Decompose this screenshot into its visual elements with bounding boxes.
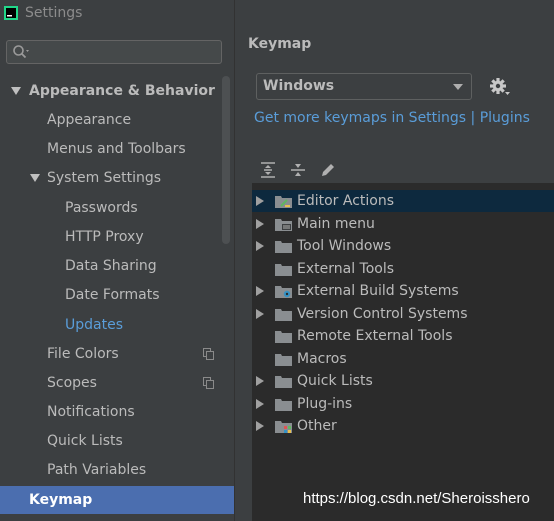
sidebar-item-label: Scopes [47,375,97,391]
get-more-keymaps-link[interactable]: Get more keymaps in Settings | Plugins [254,110,530,126]
action-other[interactable]: Other [252,415,554,437]
window-title: Settings [25,5,83,21]
page-title: Keymap [248,36,312,52]
expand-arrow-icon[interactable] [256,286,264,296]
edit-pencil-icon[interactable] [319,161,337,179]
action-plug-ins[interactable]: Plug-ins [252,393,554,415]
action-label: Other [297,418,337,434]
action-label: External Build Systems [297,283,459,299]
action-external-tools[interactable]: External Tools [252,258,554,280]
sidebar-item-label: Passwords [65,200,138,216]
action-label: Macros [297,351,347,367]
expand-arrow-icon[interactable] [256,309,264,319]
folder-icon [275,331,292,343]
keymap-actions-tree[interactable]: Editor Actions Main menu Tool Windows Ex… [252,183,554,521]
action-label: Version Control Systems [297,306,468,322]
action-label: Quick Lists [297,373,373,389]
action-label: Editor Actions [297,193,395,209]
sidebar-item-date-formats[interactable]: Date Formats [0,281,234,309]
action-editor-actions[interactable]: Editor Actions [252,190,554,212]
editor-actions-folder-icon [275,196,292,208]
search-icon[interactable] [12,44,30,60]
action-label: Tool Windows [297,238,392,254]
settings-sidebar: Appearance & Behavior Appearance Menus a… [0,28,234,521]
collapse-all-icon[interactable] [289,161,307,179]
action-label: External Tools [297,261,395,277]
sidebar-item-data-sharing[interactable]: Data Sharing [0,252,234,280]
action-macros[interactable]: Macros [252,348,554,370]
folder-icon [275,354,292,366]
action-tool-windows[interactable]: Tool Windows [252,235,554,257]
sidebar-item-label: Data Sharing [65,258,157,274]
build-systems-folder-icon [275,286,292,298]
project-level-icon [203,348,214,360]
sidebar-item-quick-lists[interactable]: Quick Lists [0,427,234,455]
sidebar-item-passwords[interactable]: Passwords [0,194,234,222]
action-external-build-systems[interactable]: External Build Systems [252,280,554,302]
sidebar-item-label: File Colors [47,346,119,362]
folder-icon [275,399,292,411]
sidebar-item-system-settings[interactable]: System Settings [0,164,234,192]
action-label: Plug-ins [297,396,353,412]
keymap-select[interactable]: Windows [256,73,472,100]
sidebar-item-label: Updates [65,317,123,333]
intellij-app-icon [4,6,18,20]
keymap-panel: Keymap Windows Get more keymaps in Setti… [235,0,554,521]
sidebar-item-file-colors[interactable]: File Colors [0,340,234,368]
expand-arrow-icon[interactable] [30,174,40,182]
sidebar-item-scopes[interactable]: Scopes [0,369,234,397]
sidebar-item-label: Menus and Toolbars [47,141,186,157]
search-input[interactable] [6,40,222,64]
sidebar-item-label: Notifications [47,404,135,420]
sidebar-item-appearance-behavior[interactable]: Appearance & Behavior [0,77,234,105]
main-menu-folder-icon [275,219,292,231]
action-quick-lists[interactable]: Quick Lists [252,370,554,392]
sidebar-item-label: Path Variables [47,462,147,478]
folder-icon [275,309,292,321]
action-main-menu[interactable]: Main menu [252,213,554,235]
expand-arrow-icon[interactable] [256,196,264,206]
expand-arrow-icon[interactable] [256,399,264,409]
sidebar-item-label: HTTP Proxy [65,229,144,245]
sidebar-item-label: Appearance & Behavior [29,83,215,99]
sidebar-item-keymap[interactable]: Keymap [0,486,234,514]
action-version-control-systems[interactable]: Version Control Systems [252,303,554,325]
action-label: Remote External Tools [297,328,453,344]
expand-all-icon[interactable] [259,161,277,179]
project-level-icon [203,377,214,389]
watermark-text: https://blog.csdn.net/Sheroisshero [303,490,530,507]
folder-icon [275,241,292,253]
sidebar-item-notifications[interactable]: Notifications [0,398,234,426]
sidebar-item-label: Keymap [29,492,93,508]
expand-arrow-icon[interactable] [256,421,264,431]
expand-arrow-icon[interactable] [256,241,264,251]
sidebar-item-menus-toolbars[interactable]: Menus and Toolbars [0,135,234,163]
sidebar-item-label: Appearance [47,112,132,128]
gear-icon[interactable] [489,77,511,97]
sidebar-scrollbar[interactable] [222,76,230,244]
expand-arrow-icon[interactable] [11,87,21,95]
sidebar-item-updates[interactable]: Updates [0,311,234,339]
chevron-down-icon [453,84,463,90]
keymap-select-value: Windows [263,78,335,94]
action-label: Main menu [297,216,375,232]
expand-arrow-icon[interactable] [256,376,264,386]
sidebar-item-appearance[interactable]: Appearance [0,106,234,134]
folder-icon [275,376,292,388]
sidebar-item-label: Quick Lists [47,433,123,449]
folder-icon [275,264,292,276]
sidebar-item-label: System Settings [47,170,162,186]
sidebar-item-label: Date Formats [65,287,160,303]
sidebar-item-http-proxy[interactable]: HTTP Proxy [0,223,234,251]
expand-arrow-icon[interactable] [256,219,264,229]
other-folder-icon [275,421,292,433]
sidebar-item-path-variables[interactable]: Path Variables [0,456,234,484]
action-remote-external-tools[interactable]: Remote External Tools [252,325,554,347]
